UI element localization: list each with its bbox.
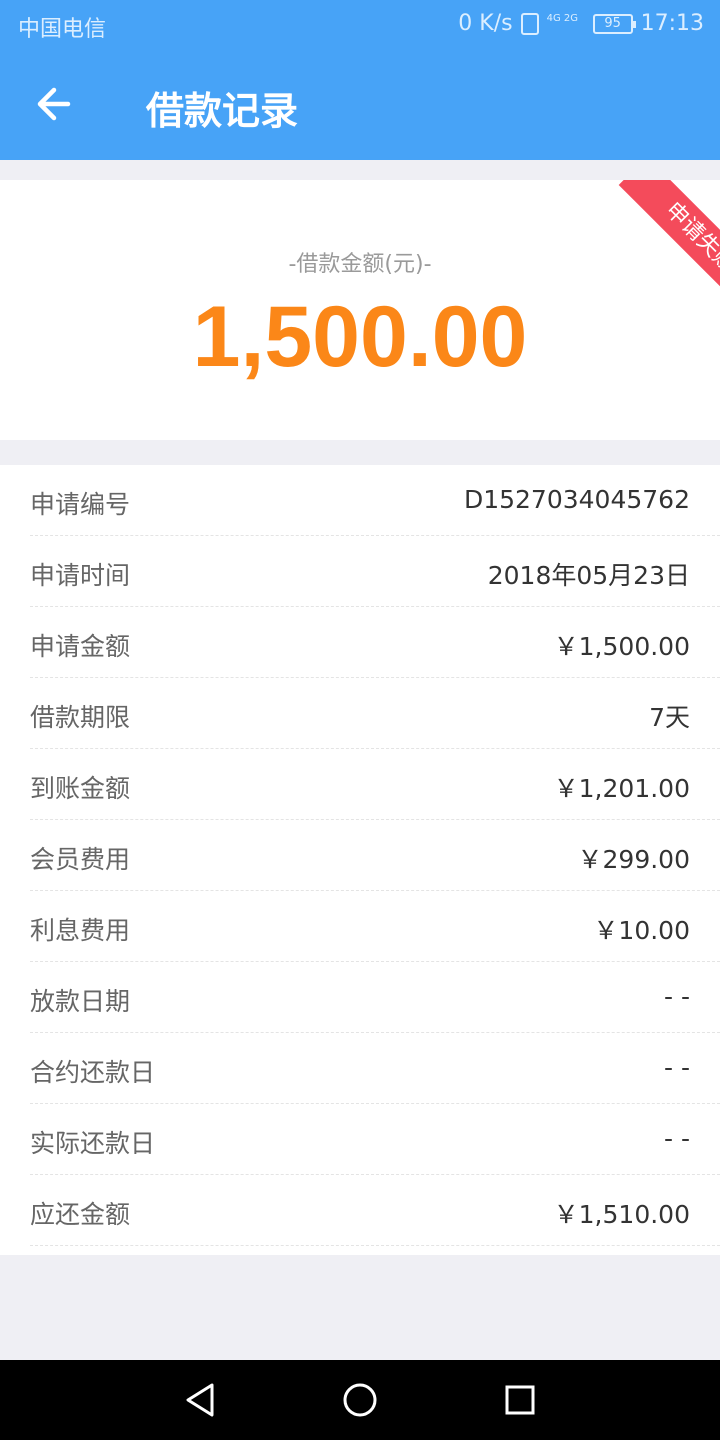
detail-value: ￥10.00 — [593, 916, 690, 945]
detail-row-received-amount: 到账金额 ￥1,201.00 — [30, 749, 720, 820]
status-bar: 中国电信 0 K/s 4G 2G 95 17:13 — [0, 0, 720, 50]
detail-row-application-time: 申请时间 2018年05月23日 — [30, 536, 720, 607]
detail-value: ￥1,201.00 — [553, 774, 690, 803]
detail-value: - - — [664, 1124, 690, 1153]
detail-row-actual-repayment-date: 实际还款日 - - — [30, 1104, 720, 1175]
amount-label: -借款金额(元)- — [288, 252, 432, 277]
detail-label: 申请编号 — [30, 490, 131, 519]
carrier-name: 中国电信 — [18, 17, 107, 42]
circle-home-icon — [343, 1383, 377, 1417]
back-button[interactable] — [30, 78, 82, 130]
system-nav-bar — [0, 1360, 720, 1440]
clock: 17:13 — [640, 11, 704, 36]
loan-amount: 1,500.00 — [192, 289, 528, 385]
detail-value: 2018年05月23日 — [487, 561, 690, 590]
detail-label: 应还金额 — [30, 1200, 131, 1229]
detail-list: 申请编号 D1527034045762 申请时间 2018年05月23日 申请金… — [0, 465, 720, 1255]
loan-amount-card: -借款金额(元)- 1,500.00 申请失败 — [0, 180, 720, 440]
detail-value: ￥299.00 — [577, 845, 690, 874]
detail-row-membership-fee: 会员费用 ￥299.00 — [30, 820, 720, 891]
nav-home-button[interactable] — [340, 1380, 380, 1420]
page-title: 借款记录 — [146, 89, 299, 133]
detail-label: 放款日期 — [30, 987, 131, 1016]
vibrate-icon — [520, 12, 539, 35]
detail-row-loan-term: 借款期限 7天 — [30, 678, 720, 749]
detail-value: D1527034045762 — [463, 485, 690, 514]
detail-label: 到账金额 — [30, 774, 131, 803]
app-bar: 借款记录 — [0, 50, 720, 160]
detail-row-application-number: 申请编号 D1527034045762 — [30, 465, 720, 536]
detail-label: 借款期限 — [30, 703, 131, 732]
detail-row-disbursement-date: 放款日期 - - — [30, 962, 720, 1033]
detail-label: 合约还款日 — [30, 1058, 156, 1087]
detail-row-application-amount: 申请金额 ￥1,500.00 — [30, 607, 720, 678]
network-speed: 0 K/s — [458, 11, 513, 36]
detail-value: ￥1,500.00 — [553, 632, 690, 661]
detail-value: ￥1,510.00 — [553, 1200, 690, 1229]
detail-value: - - — [664, 982, 690, 1011]
square-recents-icon — [505, 1385, 535, 1415]
detail-value: - - — [664, 1053, 690, 1082]
detail-label: 申请时间 — [30, 561, 131, 590]
nav-recents-button[interactable] — [500, 1380, 540, 1420]
detail-value: 7天 — [649, 703, 690, 732]
detail-row-contract-repayment-date: 合约还款日 - - — [30, 1033, 720, 1104]
signal-icon: 4G 2G — [546, 12, 578, 24]
detail-row-interest-fee: 利息费用 ￥10.00 — [30, 891, 720, 962]
detail-label: 申请金额 — [30, 632, 131, 661]
nav-back-button[interactable] — [180, 1380, 220, 1420]
arrow-left-icon — [37, 87, 71, 121]
detail-label: 实际还款日 — [30, 1129, 156, 1158]
detail-label: 会员费用 — [30, 845, 131, 874]
battery-icon: 95 — [592, 13, 636, 34]
triangle-back-icon — [186, 1383, 214, 1417]
detail-label: 利息费用 — [30, 916, 131, 945]
status-icons: 0 K/s 4G 2G 95 17:13 — [458, 11, 704, 36]
detail-row-amount-due: 应还金额 ￥1,510.00 — [30, 1175, 720, 1246]
